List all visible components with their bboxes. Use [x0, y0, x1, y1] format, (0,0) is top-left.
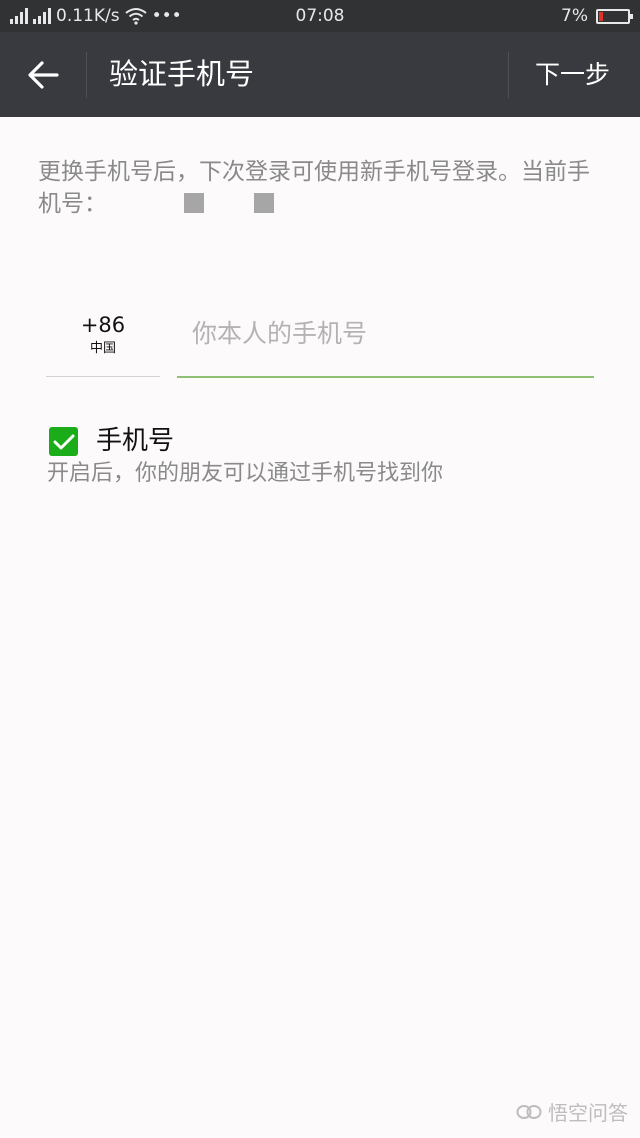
phone-input-underline — [177, 376, 594, 378]
description-block: 更换手机号后，下次登录可使用新手机号登录。当前手机号： — [38, 156, 598, 220]
battery-icon — [596, 8, 633, 24]
header-divider-left — [86, 52, 87, 98]
back-button[interactable] — [20, 52, 66, 98]
header-divider-right — [508, 52, 509, 98]
redacted-number — [184, 193, 205, 213]
status-time: 07:08 — [295, 6, 345, 26]
next-step-button[interactable]: 下一步 — [535, 32, 610, 117]
status-bar: 0.11K/s ••• 07:08 7% — [0, 0, 640, 32]
discoverable-hint: 开启后，你的朋友可以通过手机号找到你 — [47, 461, 444, 486]
page-title: 验证手机号 — [109, 57, 255, 91]
description-text: 更换手机号后，下次登录可使用新手机号登录。当前手机号： — [38, 159, 590, 217]
battery-percent: 7% — [561, 6, 588, 26]
watermark: 悟空问答 — [516, 1097, 628, 1126]
app-bar: 验证手机号 下一步 — [0, 32, 640, 117]
watermark-logo-icon — [516, 1104, 542, 1119]
country-code-selector[interactable]: +86 中国 — [46, 312, 160, 358]
discoverable-label[interactable]: 手机号 — [96, 422, 174, 460]
battery-fill — [599, 11, 603, 21]
country-code: +86 — [80, 313, 126, 337]
country-name: 中国 — [89, 341, 116, 356]
watermark-text: 悟空问答 — [548, 1101, 628, 1125]
status-right: 7% — [561, 0, 633, 32]
country-code-underline — [46, 376, 160, 377]
arrow-left-icon — [28, 61, 59, 89]
redacted-number — [253, 193, 274, 213]
checkmark-icon — [53, 434, 74, 449]
discoverable-checkbox[interactable] — [49, 427, 78, 456]
phone-number-input[interactable] — [177, 305, 594, 361]
